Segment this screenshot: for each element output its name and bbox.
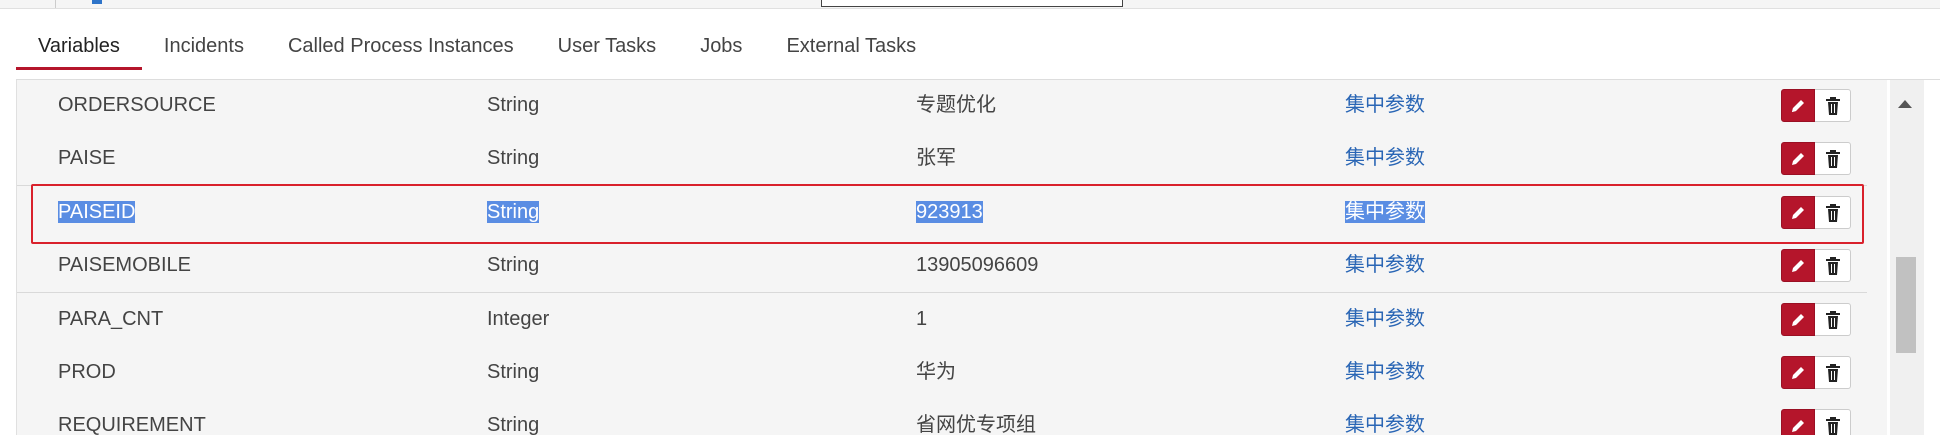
edit-button[interactable] [1781, 196, 1815, 229]
variable-name: PROD [58, 361, 116, 383]
table-row: PROD String 华为 集中参数 [17, 346, 1867, 400]
tab-jobs[interactable]: Jobs [678, 24, 764, 70]
variable-scope-link[interactable]: 集中参数 [1345, 346, 1425, 399]
variable-name: PAISEID [58, 201, 136, 223]
table-row: PAISEMOBILE String 13905096609 集中参数 [17, 239, 1867, 293]
delete-button[interactable] [1815, 249, 1851, 282]
variable-scope-link[interactable]: 集中参数 [1345, 293, 1425, 346]
row-actions [1781, 142, 1851, 175]
table-row-selected: PAISEID String 923913 集中参数 [17, 186, 1867, 240]
variable-type: String [487, 361, 540, 383]
variable-scope-link[interactable]: 集中参数 [1345, 186, 1425, 239]
variables-table: ORDERSOURCE String 专题优化 集中参数 PAISE Strin… [16, 80, 1887, 435]
trash-icon [1825, 310, 1840, 329]
variable-name: REQUIREMENT [58, 414, 206, 435]
toolbar-input-edge[interactable] [821, 0, 1123, 7]
edit-button[interactable] [1781, 356, 1815, 389]
pencil-icon [1792, 259, 1804, 272]
tab-variables[interactable]: Variables [16, 24, 142, 70]
scroll-up-arrow-icon[interactable] [1898, 100, 1912, 108]
scrollbar-thumb[interactable] [1896, 257, 1916, 353]
table-row: PARA_CNT Integer 1 集中参数 [17, 293, 1867, 347]
variable-type: String [487, 414, 540, 435]
variable-value: 张军 [916, 147, 956, 169]
variable-type: String [487, 94, 540, 116]
edit-button[interactable] [1781, 142, 1815, 175]
tab-external-tasks[interactable]: External Tasks [764, 24, 938, 70]
pencil-icon [1792, 206, 1804, 219]
variable-name: PARA_CNT [58, 308, 164, 330]
row-actions [1781, 303, 1851, 336]
top-toolbar-strip [0, 0, 1940, 9]
trash-icon [1825, 363, 1840, 382]
edit-button[interactable] [1781, 89, 1815, 122]
tab-called-process-instances[interactable]: Called Process Instances [266, 24, 536, 70]
toolbar-divider [55, 0, 56, 8]
tab-incidents[interactable]: Incidents [142, 24, 266, 70]
tab-user-tasks[interactable]: User Tasks [536, 24, 679, 70]
table-row: REQUIREMENT String 省网优专项组 集中参数 [17, 399, 1867, 435]
variable-scope-link[interactable]: 集中参数 [1345, 239, 1425, 292]
variable-scope-link[interactable]: 集中参数 [1345, 80, 1425, 132]
edit-button[interactable] [1781, 303, 1815, 336]
trash-icon [1825, 203, 1840, 222]
row-actions [1781, 196, 1851, 229]
variable-type: String [487, 254, 540, 276]
variable-scope-link[interactable]: 集中参数 [1345, 132, 1425, 185]
pencil-icon [1792, 419, 1804, 432]
pencil-icon [1792, 313, 1804, 326]
pencil-icon [1792, 152, 1804, 165]
variable-value: 923913 [916, 201, 983, 223]
table-row: PAISE String 张军 集中参数 [17, 132, 1867, 186]
variable-value: 华为 [916, 361, 956, 383]
variable-name: ORDERSOURCE [58, 94, 216, 116]
variable-type: String [487, 147, 540, 169]
variable-value: 13905096609 [916, 254, 1039, 276]
delete-button[interactable] [1815, 142, 1851, 175]
delete-button[interactable] [1815, 196, 1851, 229]
variable-value: 1 [916, 308, 928, 330]
variable-type: String [487, 201, 540, 223]
variable-type: Integer [487, 308, 550, 330]
row-actions [1781, 249, 1851, 282]
variable-name: PAISEMOBILE [58, 254, 192, 276]
trash-icon [1825, 149, 1840, 168]
row-actions [1781, 409, 1851, 435]
trash-icon [1825, 96, 1840, 115]
delete-button[interactable] [1815, 89, 1851, 122]
variable-name: PAISE [58, 147, 116, 169]
pencil-icon [1792, 366, 1804, 379]
delete-button[interactable] [1815, 303, 1851, 336]
trash-icon [1825, 416, 1840, 435]
toolbar-link-fragment[interactable] [92, 0, 102, 4]
edit-button[interactable] [1781, 409, 1815, 435]
pencil-icon [1792, 99, 1804, 112]
trash-icon [1825, 256, 1840, 275]
row-actions [1781, 89, 1851, 122]
delete-button[interactable] [1815, 409, 1851, 435]
table-row: ORDERSOURCE String 专题优化 集中参数 [17, 80, 1867, 133]
variable-value: 专题优化 [916, 94, 996, 116]
detail-tabs: Variables Incidents Called Process Insta… [16, 24, 938, 74]
edit-button[interactable] [1781, 249, 1815, 282]
variable-value: 省网优专项组 [916, 414, 1036, 435]
variable-scope-link[interactable]: 集中参数 [1345, 399, 1425, 435]
delete-button[interactable] [1815, 356, 1851, 389]
row-actions [1781, 356, 1851, 389]
